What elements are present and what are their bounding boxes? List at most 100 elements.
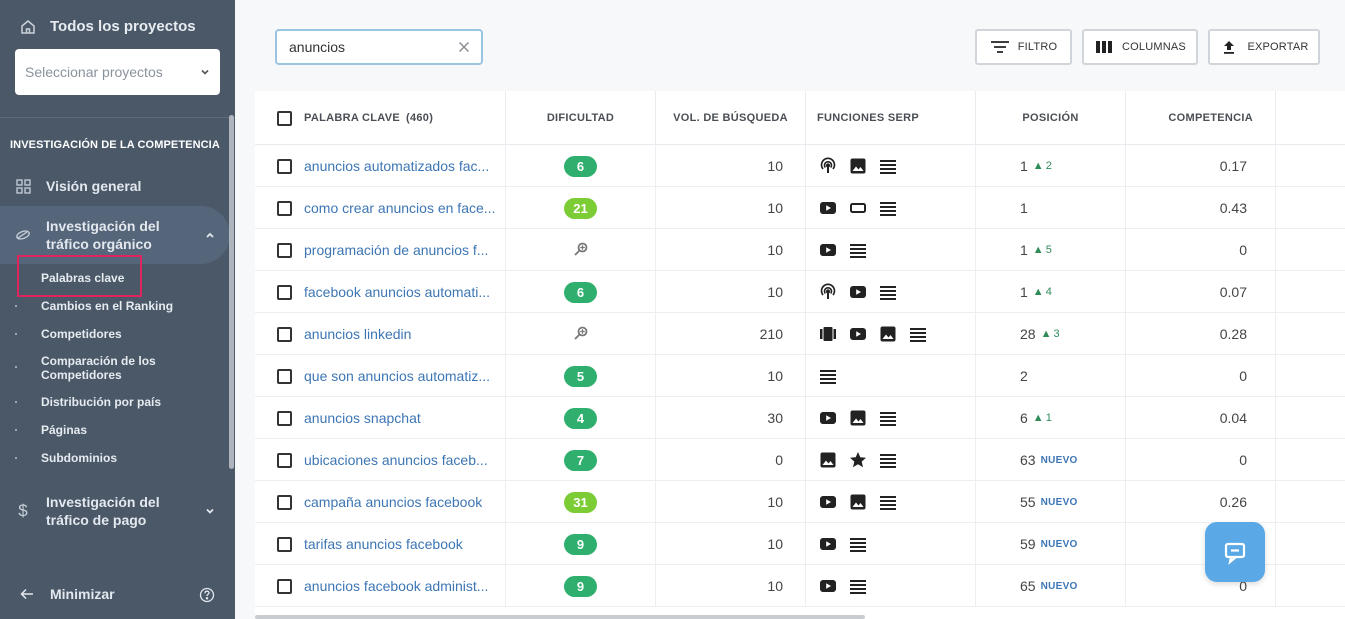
minimize-label: Minimizar (50, 586, 115, 602)
keyword-link[interactable]: ubicaciones anuncios faceb... (304, 452, 488, 468)
minimize-button[interactable]: Minimizar (20, 586, 115, 602)
serp-features (819, 241, 867, 259)
volume-value: 10 (767, 536, 783, 552)
keyword-link[interactable]: campaña anuncios facebook (304, 494, 482, 510)
bullet-dot (15, 305, 17, 307)
keyword-link[interactable]: tarifas anuncios facebook (304, 536, 463, 552)
subnav-country-distribution[interactable]: Distribución por país (0, 395, 230, 409)
sidebar-scrollbar[interactable] (229, 115, 234, 469)
bullet-dot (15, 401, 17, 403)
cell-difficulty: 6 (506, 271, 656, 313)
row-checkbox[interactable] (277, 284, 292, 300)
triangle-up-icon: ▲ (1032, 286, 1044, 298)
nav-label-paid-traffic-line1: Investigación del (46, 494, 160, 510)
table-row[interactable]: anuncios linkedin 210 28 ▲ 3 0.28 (255, 313, 1345, 355)
all-projects-link[interactable]: Todos los proyectos (20, 18, 196, 35)
help-icon[interactable] (199, 587, 215, 603)
volume-value: 10 (767, 368, 783, 384)
triangle-up-icon: ▲ (1032, 244, 1044, 256)
header-serp[interactable]: FUNCIONES SERP (806, 91, 976, 145)
header-volume[interactable]: VOL. DE BÚSQUEDA (656, 91, 806, 145)
image-icon (849, 493, 867, 511)
table-row[interactable]: anuncios facebook administ... 9 10 65 NUE… (255, 565, 1345, 607)
project-select-placeholder: Seleccionar proyectos (25, 64, 163, 80)
table-row[interactable]: ubicaciones anuncios faceb... 7 0 63 NUEV… (255, 439, 1345, 481)
difficulty-badge: 31 (564, 491, 597, 513)
row-checkbox[interactable] (277, 536, 292, 552)
subnav-competitors[interactable]: Competidores (0, 327, 230, 341)
header-keyword[interactable]: PALABRA CLAVE (460) (255, 91, 506, 145)
chat-button[interactable] (1205, 522, 1265, 582)
keyword-link[interactable]: programación de anuncios f... (304, 242, 488, 258)
cell-serp (806, 439, 976, 481)
horizontal-scrollbar[interactable] (255, 615, 865, 619)
row-checkbox[interactable] (277, 494, 292, 510)
table-row[interactable]: tarifas anuncios facebook 9 10 59 NUEVO (255, 523, 1345, 565)
table-row[interactable]: campaña anuncios facebook 31 10 55 NUEVO … (255, 481, 1345, 523)
cell-volume: 10 (656, 565, 806, 607)
header-competition[interactable]: COMPETENCIA (1126, 91, 1276, 145)
cell-keyword: anuncios facebook administ... (255, 565, 506, 607)
header-keyword-count: (460) (405, 112, 434, 124)
sidebar: Todos los proyectos Seleccionar proyecto… (0, 0, 235, 619)
table-row[interactable]: anuncios automatizados fac... 6 10 1 ▲ 2 0… (255, 145, 1345, 187)
subnav-subdomains[interactable]: Subdominios (0, 451, 230, 465)
cell-keyword: anuncios automatizados fac... (255, 145, 506, 187)
list-icon (879, 451, 897, 469)
cell-serp (806, 271, 976, 313)
section-title: INVESTIGACIÓN DE LA COMPETENCIA (10, 139, 220, 151)
keyword-link[interactable]: anuncios facebook administ... (304, 578, 488, 594)
position-value: 6 (1020, 410, 1028, 426)
cell-serp (806, 313, 976, 355)
row-checkbox[interactable] (277, 578, 292, 594)
export-button[interactable]: EXPORTAR (1208, 29, 1320, 65)
close-icon[interactable] (457, 40, 471, 54)
row-checkbox[interactable] (277, 200, 292, 216)
filter-button[interactable]: FILTRO (975, 29, 1072, 65)
triangle-up-icon: ▲ (1032, 160, 1044, 172)
keyword-link[interactable]: anuncios automatizados fac... (304, 158, 489, 174)
row-checkbox[interactable] (277, 410, 292, 426)
search-input[interactable]: anuncios (275, 29, 483, 65)
keyword-link[interactable]: que son anuncios automatiz... (304, 368, 490, 384)
volume-value: 30 (767, 410, 783, 426)
nav-item-paid-traffic[interactable]: $ Investigación del tráfico de pago (0, 492, 230, 530)
header-difficulty[interactable]: DIFICULTAD (506, 91, 656, 145)
row-checkbox[interactable] (277, 368, 292, 384)
row-checkbox[interactable] (277, 452, 292, 468)
keyword-link[interactable]: anuncios snapchat (304, 410, 421, 426)
position-value: 2 (1020, 368, 1028, 384)
keyword-link[interactable]: facebook anuncios automati... (304, 284, 490, 300)
chevron-down-icon (206, 508, 214, 514)
nav-item-overview[interactable]: Visión general (0, 175, 230, 197)
subnav-pages[interactable]: Páginas (0, 423, 230, 437)
position-change-value: 3 (1053, 328, 1060, 340)
table-row[interactable]: facebook anuncios automati... 6 10 1 ▲ 4 0… (255, 271, 1345, 313)
keyword-link[interactable]: como crear anuncios en face... (304, 200, 495, 216)
keyword-link[interactable]: anuncios linkedin (304, 326, 411, 342)
cell-serp (806, 481, 976, 523)
subnav-ranking-changes[interactable]: Cambios en el Ranking (0, 299, 230, 313)
chevron-down-icon (201, 69, 209, 75)
image-icon (879, 325, 897, 343)
table-row[interactable]: programación de anuncios f... 10 1 ▲ 5 0 (255, 229, 1345, 271)
table-row[interactable]: como crear anuncios en face... 21 10 1 0… (255, 187, 1345, 229)
cell-keyword: tarifas anuncios facebook (255, 523, 506, 565)
position-change: ▲ 5 (1033, 244, 1052, 256)
table-row[interactable]: anuncios snapchat 4 30 6 ▲ 1 0.04 (255, 397, 1345, 439)
row-checkbox[interactable] (277, 326, 292, 342)
row-checkbox[interactable] (277, 158, 292, 174)
header-position[interactable]: POSICIÓN (976, 91, 1126, 145)
select-all-checkbox[interactable] (277, 110, 292, 126)
subnav-label-pages: Páginas (41, 423, 88, 437)
bullet-dot (15, 429, 17, 431)
table-row[interactable]: que son anuncios automatiz... 5 10 2 0 (255, 355, 1345, 397)
triangle-up-icon: ▲ (1032, 412, 1044, 424)
serp-features (819, 367, 837, 385)
list-icon (849, 241, 867, 259)
subnav-competitor-comparison[interactable]: Comparación de los Competidores (0, 354, 230, 382)
row-checkbox[interactable] (277, 242, 292, 258)
columns-button[interactable]: COLUMNAS (1082, 29, 1198, 65)
project-select[interactable]: Seleccionar proyectos (15, 49, 220, 95)
ad-box-icon (849, 199, 867, 217)
